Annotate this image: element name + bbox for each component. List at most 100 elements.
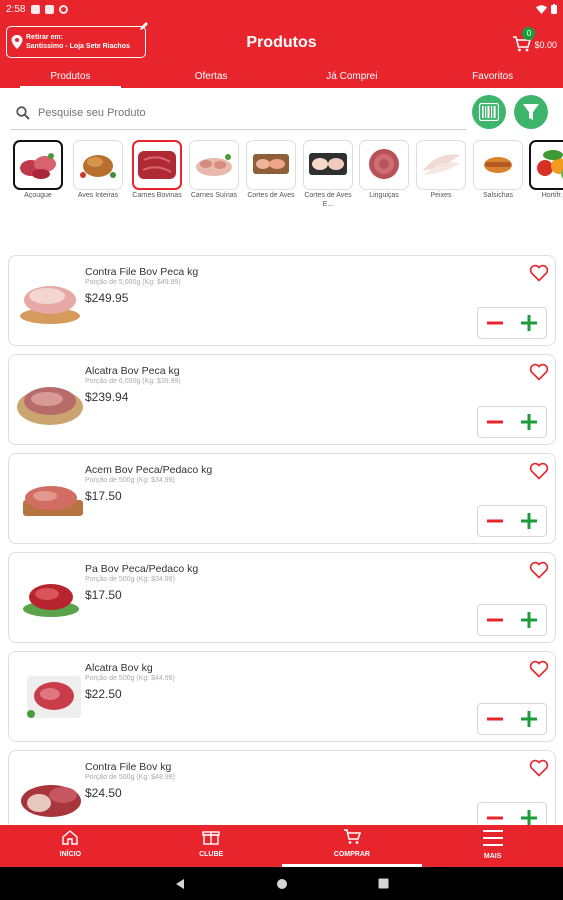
nav-label: COMPRAR (333, 851, 370, 858)
status-time: 2:58 (6, 3, 26, 15)
tab-ja-comprei[interactable]: Já Comprei (282, 68, 423, 88)
category-image (529, 140, 563, 190)
tab-ofertas[interactable]: Ofertas (141, 68, 282, 88)
tab-favoritos[interactable]: Favoritos (422, 68, 563, 88)
product-image (17, 387, 83, 425)
search-input[interactable] (38, 107, 418, 119)
plus-icon[interactable] (520, 413, 538, 431)
product-portion: Porção de 500g (Kg: $48.99) (85, 774, 175, 781)
category-item-salsichas[interactable]: Salsichas (472, 140, 524, 201)
quantity-stepper (477, 307, 547, 339)
quantity-stepper (477, 406, 547, 438)
product-card[interactable]: Alcatra Bov kg Porção de 500g (Kg: $44.9… (8, 651, 556, 742)
pickup-store-name: Santissimo - Loja Sete Riachos (26, 43, 130, 50)
location-pin-icon (11, 35, 23, 49)
cart-button[interactable]: 0 $0.00 (513, 27, 557, 52)
product-price: $22.50 (85, 687, 122, 701)
nav-mais[interactable]: MAIS (422, 825, 563, 867)
heart-icon[interactable] (529, 264, 549, 282)
tab-produtos[interactable]: Produtos (0, 68, 141, 88)
product-price: $17.50 (85, 489, 122, 503)
category-label: Carnes Bovinas (132, 192, 182, 199)
minus-icon[interactable] (486, 314, 504, 332)
minus-icon[interactable] (486, 710, 504, 728)
edit-icon (140, 22, 148, 30)
product-price: $249.95 (85, 291, 129, 305)
product-image (20, 286, 80, 324)
home-button-icon[interactable] (276, 878, 288, 890)
product-portion: Porção de 5,000g (Kg: $49.99) (85, 279, 181, 286)
product-portion: Porção de 500g (Kg: $34.99) (85, 477, 175, 484)
filter-button[interactable] (514, 95, 548, 129)
product-image (23, 486, 83, 516)
heart-icon[interactable] (529, 759, 549, 777)
recents-icon[interactable] (378, 878, 389, 889)
product-name: Alcatra Bov kg (85, 662, 153, 674)
quantity-stepper (477, 505, 547, 537)
cart-icon (343, 829, 361, 844)
category-item-acougue[interactable]: Açougue (12, 140, 64, 201)
notification-icon (45, 4, 55, 14)
category-carousel: Açougue Aves Inteiras Carnes Bovinas Car… (0, 140, 563, 215)
category-item-cortes-de-aves-e[interactable]: Cortes de Aves E... (302, 140, 354, 209)
category-image (13, 140, 63, 190)
plus-icon[interactable] (520, 710, 538, 728)
plus-icon[interactable] (520, 611, 538, 629)
plus-icon[interactable] (520, 314, 538, 332)
product-card[interactable]: Contra File Bov Peca kg Porção de 5,000g… (8, 255, 556, 346)
minus-icon[interactable] (486, 809, 504, 825)
product-card[interactable]: Contra File Bov kg Porção de 500g (Kg: $… (8, 750, 556, 825)
category-item-carnes-suinas[interactable]: Carnes Suínas (188, 140, 240, 201)
category-label: Cortes de Aves (247, 192, 295, 199)
category-label: Cortes de Aves E... (304, 192, 352, 208)
pickup-store-selector[interactable]: Retirar em: Santissimo - Loja Sete Riach… (6, 22, 148, 58)
category-label: Hortifr... (541, 192, 563, 199)
plus-icon[interactable] (520, 512, 538, 530)
category-image (189, 140, 239, 190)
category-label: Linguiças (369, 192, 399, 199)
back-icon[interactable] (174, 878, 186, 890)
heart-icon[interactable] (529, 462, 549, 480)
minus-icon[interactable] (486, 512, 504, 530)
gift-icon (202, 831, 220, 845)
product-image (27, 676, 81, 718)
category-item-cortes-de-aves[interactable]: Cortes de Aves (245, 140, 297, 201)
barcode-scan-button[interactable] (472, 95, 506, 129)
app-header: Retirar em: Santissimo - Loja Sete Riach… (0, 18, 563, 88)
category-item-hortifruti[interactable]: Hortifr... (528, 140, 563, 201)
nav-clube[interactable]: CLUBE (141, 825, 282, 867)
category-item-carnes-bovinas[interactable]: Carnes Bovinas (131, 140, 183, 201)
product-name: Acem Bov Peca/Pedaco kg (85, 464, 213, 476)
heart-icon[interactable] (529, 561, 549, 579)
search-bar (10, 97, 466, 130)
category-item-aves-inteiras[interactable]: Aves Inteiras (72, 140, 124, 201)
product-portion: Porção de 500g (Kg: $34.99) (85, 576, 175, 583)
product-card[interactable]: Pa Bov Peca/Pedaco kg Porção de 500g (Kg… (8, 552, 556, 643)
product-card[interactable]: Acem Bov Peca/Pedaco kg Porção de 500g (… (8, 453, 556, 544)
plus-icon[interactable] (520, 809, 538, 825)
cart-count-badge: 0 (522, 27, 536, 40)
minus-icon[interactable] (486, 611, 504, 629)
nav-inicio[interactable]: INÍCIO (0, 825, 141, 867)
nav-comprar[interactable]: COMPRAR (281, 825, 423, 867)
pickup-text: Retirar em: Santissimo - Loja Sete Riach… (26, 33, 130, 51)
category-label: Açougue (24, 192, 52, 199)
category-image (473, 140, 523, 190)
nav-label: CLUBE (199, 851, 224, 858)
category-image (246, 140, 296, 190)
category-item-linguicas[interactable]: Linguiças (358, 140, 410, 201)
minus-icon[interactable] (486, 413, 504, 431)
heart-icon[interactable] (529, 660, 549, 678)
category-label: Aves Inteiras (77, 192, 119, 199)
product-card[interactable]: Alcatra Bov Peca kg Porção de 6,000g (Kg… (8, 354, 556, 445)
notification-icon (59, 4, 69, 14)
category-label: Salsichas (483, 192, 513, 199)
product-price: $17.50 (85, 588, 122, 602)
category-item-peixes[interactable]: Peixes (415, 140, 467, 201)
product-price: $24.50 (85, 786, 122, 800)
home-icon (62, 830, 79, 845)
product-image (23, 584, 79, 617)
menu-icon (482, 830, 503, 846)
filter-icon (523, 104, 539, 120)
heart-icon[interactable] (529, 363, 549, 381)
